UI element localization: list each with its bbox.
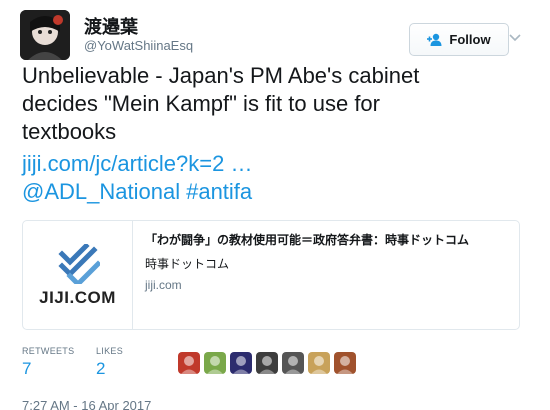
tweet-text-line: textbooks bbox=[22, 119, 117, 144]
tweet-link[interactable]: jiji.com/jc/article?k=2 … bbox=[22, 150, 252, 178]
display-name[interactable]: 渡邉葉 bbox=[84, 13, 138, 39]
retweets-label: RETWEETS bbox=[22, 346, 75, 356]
follow-button[interactable]: Follow bbox=[409, 23, 509, 56]
liker-avatar[interactable] bbox=[256, 352, 278, 374]
mention-link[interactable]: @ADL_National bbox=[22, 179, 180, 204]
tweet-text-line: Unbelievable - Japan's PM Abe's cabinet bbox=[22, 63, 420, 88]
card-image: JIJI.COM bbox=[23, 221, 133, 329]
card-logo-text: JIJI.COM bbox=[39, 288, 116, 307]
liker-avatar[interactable] bbox=[334, 352, 356, 374]
card-description: 時事ドットコム bbox=[145, 257, 230, 271]
jiji-logo-icon bbox=[57, 244, 100, 284]
liker-avatar[interactable] bbox=[308, 352, 330, 374]
card-body: 「わが闘争」の教材使用可能＝政府答弁書：時事ドットコム 時事ドットコム jiji… bbox=[145, 231, 515, 292]
avatar-image bbox=[20, 10, 70, 60]
tweet-text-line: decides "Mein Kampf" is fit to use for bbox=[22, 91, 380, 116]
likes-label: LIKES bbox=[96, 346, 124, 356]
liker-avatar[interactable] bbox=[204, 352, 226, 374]
likes-count: 2 bbox=[96, 359, 106, 378]
add-user-icon bbox=[427, 33, 442, 46]
tweet-text: Unbelievable - Japan's PM Abe's cabinet … bbox=[22, 62, 530, 146]
liker-avatar[interactable] bbox=[178, 352, 200, 374]
avatar[interactable] bbox=[20, 10, 70, 60]
likes-stat[interactable]: LIKES 2 bbox=[96, 346, 123, 379]
user-handle[interactable]: @YoWatShiinaEsq bbox=[84, 38, 193, 53]
likers-avatars bbox=[178, 352, 356, 374]
link-preview-card[interactable]: JIJI.COM 「わが闘争」の教材使用可能＝政府答弁書：時事ドットコム 時事ド… bbox=[22, 220, 520, 330]
tweet-timestamp[interactable]: 7:27 AM - 16 Apr 2017 bbox=[22, 398, 151, 410]
tweet-stats: RETWEETS 7 LIKES 2 bbox=[22, 346, 530, 384]
hashtag-link[interactable]: #antifa bbox=[186, 179, 252, 204]
card-domain: jiji.com bbox=[145, 278, 182, 292]
chevron-down-icon[interactable] bbox=[506, 28, 524, 46]
follow-button-label: Follow bbox=[449, 32, 491, 47]
tweet-header: 渡邉葉 @YoWatShiinaEsq Follow bbox=[20, 10, 530, 62]
retweets-count: 7 bbox=[22, 359, 32, 378]
tweet-entities: @ADL_National #antifa bbox=[22, 178, 252, 206]
liker-avatar[interactable] bbox=[230, 352, 252, 374]
liker-avatar[interactable] bbox=[282, 352, 304, 374]
retweets-stat[interactable]: RETWEETS 7 bbox=[22, 346, 74, 379]
card-title: 「わが闘争」の教材使用可能＝政府答弁書：時事ドットコム bbox=[145, 233, 470, 247]
